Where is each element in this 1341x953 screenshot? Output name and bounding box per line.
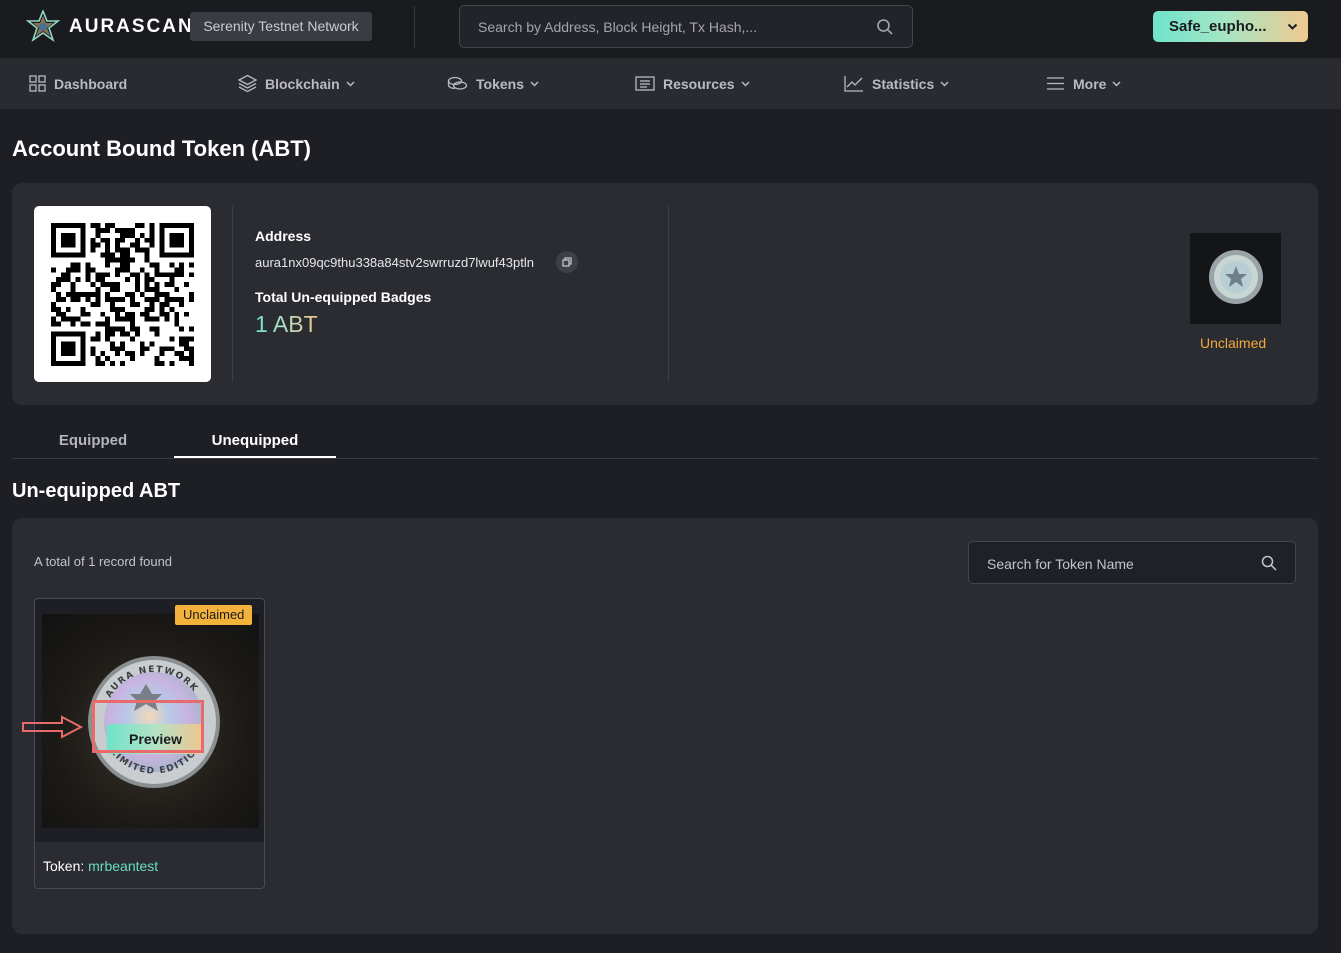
nav-label: Dashboard — [54, 75, 128, 92]
unequipped-list-card: A total of 1 record found Search for Tok… — [12, 518, 1318, 934]
header-divider — [414, 6, 415, 48]
badge-thumbnail[interactable] — [1190, 233, 1281, 324]
nav-label: Resources — [663, 75, 735, 92]
chevron-down-icon — [1112, 81, 1121, 87]
record-count: A total of 1 record found — [34, 554, 173, 569]
tab-equipped[interactable]: Equipped — [12, 422, 174, 458]
total-unequipped-label: Total Un-equipped Badges — [255, 289, 432, 305]
nav-item-resources[interactable]: Resources — [635, 58, 750, 109]
total-unequipped-value: 1 ABT — [255, 311, 318, 337]
global-search-input[interactable] — [478, 17, 868, 37]
chevron-down-icon — [530, 81, 539, 87]
nav-item-dashboard[interactable]: Dashboard — [29, 58, 127, 109]
wallet-button[interactable]: Safe_eupho... — [1153, 11, 1308, 42]
tab-unequipped[interactable]: Unequipped — [174, 422, 336, 458]
line-chart-icon — [844, 76, 863, 92]
section-title: Un-equipped ABT — [12, 480, 181, 502]
aura-logo-icon[interactable] — [26, 10, 60, 44]
search-icon[interactable] — [1261, 555, 1277, 571]
token-search-box[interactable] — [968, 541, 1296, 584]
wallet-label: Safe_eupho... — [1169, 18, 1267, 35]
grid-icon — [29, 75, 46, 92]
nav-item-more[interactable]: More — [1046, 58, 1121, 109]
token-name-link[interactable]: mrbeantest — [88, 858, 158, 874]
chevron-down-icon — [346, 81, 355, 87]
main-nav: Dashboard Blockchain Tokens Resources St… — [0, 58, 1341, 109]
search-icon[interactable] — [876, 18, 894, 36]
top-header: AURASCAN Serenity Testnet Network Safe_e… — [0, 0, 1341, 58]
nav-item-blockchain[interactable]: Blockchain — [238, 58, 355, 109]
qr-code-image — [51, 223, 194, 366]
menu-icon — [1047, 77, 1064, 90]
badge-status-text: Unclaimed — [1200, 335, 1267, 351]
highlight-box — [92, 700, 204, 753]
chevron-down-icon — [741, 81, 750, 87]
nav-label: Tokens — [476, 75, 524, 92]
copy-address-button[interactable] — [556, 251, 578, 273]
chevron-down-icon — [940, 81, 949, 87]
list-box-icon — [635, 76, 655, 91]
token-name-row: Token: mrbeantest — [43, 858, 158, 874]
annotation-arrow-icon — [22, 715, 84, 739]
brand-name[interactable]: AURASCAN — [69, 16, 194, 38]
page-title: Account Bound Token (ABT) — [12, 136, 311, 161]
token-card-footer: Token: mrbeantest — [35, 842, 264, 888]
status-badge: Unclaimed — [175, 605, 253, 625]
tab-underline — [12, 458, 1318, 459]
badge-coin-image — [1190, 233, 1281, 324]
token-search-input[interactable] — [987, 554, 1257, 574]
coins-icon — [447, 76, 468, 90]
network-badge: Serenity Testnet Network — [190, 12, 372, 41]
global-search-box[interactable] — [459, 5, 913, 48]
nav-label: Statistics — [872, 75, 935, 92]
nav-label: More — [1073, 75, 1107, 92]
nav-item-tokens[interactable]: Tokens — [447, 58, 539, 109]
copy-icon — [562, 257, 572, 267]
chevron-down-icon — [1287, 23, 1298, 30]
address-label: Address — [255, 228, 312, 244]
divider — [668, 206, 669, 382]
divider — [232, 206, 233, 382]
nav-label: Blockchain — [265, 75, 340, 92]
address-value: aura1nx09qc9thu338a84stv2swrruzd7lwuf43p… — [255, 255, 534, 270]
qr-code — [34, 206, 211, 382]
account-summary-card: Address aura1nx09qc9thu338a84stv2swrruzd… — [12, 183, 1318, 405]
token-label: Token: — [43, 858, 85, 874]
nav-item-statistics[interactable]: Statistics — [844, 58, 949, 109]
layers-icon — [238, 74, 257, 93]
